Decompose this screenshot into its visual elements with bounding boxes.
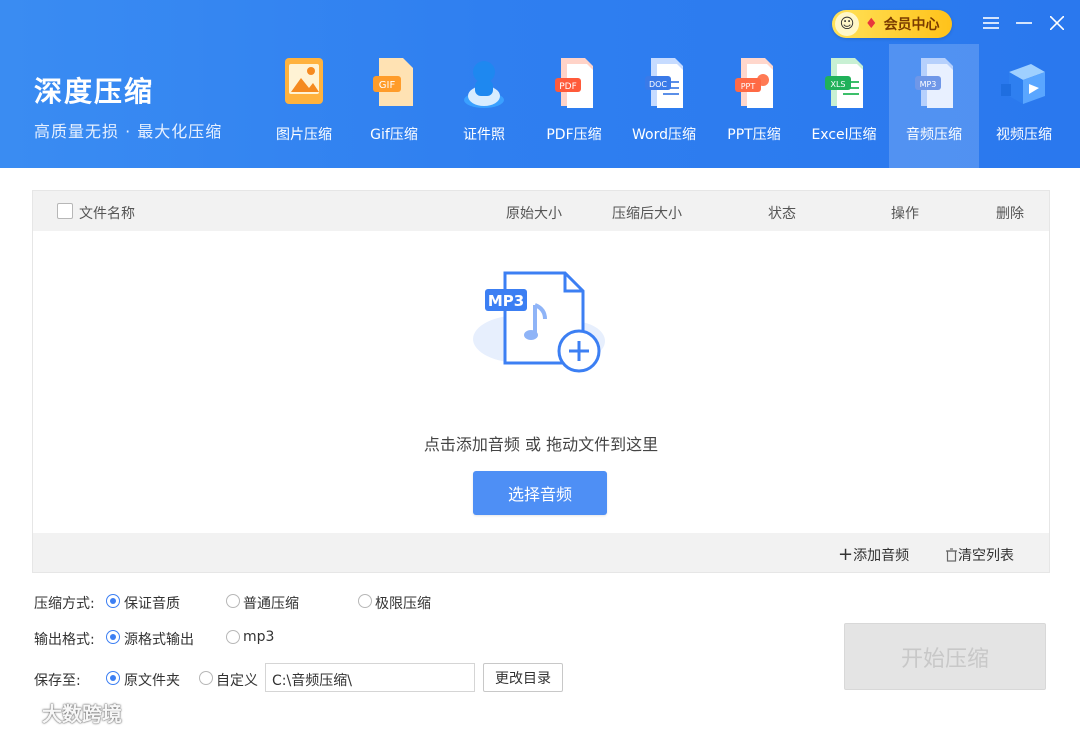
radio-original-folder[interactable] <box>106 671 120 685</box>
radio-extreme[interactable] <box>358 594 372 608</box>
mp3-file-icon: MP3 <box>915 58 953 108</box>
add-audio-label: 添加音频 <box>853 548 910 564</box>
start-compress-button[interactable]: 开始压缩 <box>844 623 1046 690</box>
vip-center-label: 会员中心 <box>883 17 940 33</box>
tab-label: 证件照 <box>463 127 505 143</box>
tab-pdf-compress[interactable]: PDF PDF压缩 <box>529 44 619 168</box>
id-photo-icon <box>464 61 504 108</box>
tab-label: Gif压缩 <box>370 127 418 143</box>
tab-label: PDF压缩 <box>546 127 602 143</box>
clear-list-button[interactable]: 清空列表 <box>945 545 1014 565</box>
app-header: 深度压缩 高质量无损 · 最大化压缩 ☺ ♦ 会员中心 图片压缩 GIF Gif… <box>0 0 1080 168</box>
tab-video-compress[interactable]: 视频压缩 <box>979 44 1069 168</box>
radio-quality-label: 保证音质 <box>124 596 180 612</box>
radio-custom-folder[interactable] <box>199 671 213 685</box>
image-file-icon <box>285 58 323 104</box>
drop-hint: 点击添加音频 或 拖动文件到这里 <box>423 435 659 454</box>
avatar-icon: ☺ <box>835 12 859 36</box>
change-directory-button[interactable]: 更改目录 <box>483 663 563 692</box>
column-compressed-size: 压缩后大小 <box>612 206 682 222</box>
app-subtitle: 高质量无损 · 最大化压缩 <box>34 122 223 141</box>
tab-id-photo[interactable]: 证件照 <box>439 44 529 168</box>
mp3-badge-text: MP3 <box>488 292 524 310</box>
vip-center-button[interactable]: ☺ ♦ 会员中心 <box>832 10 952 38</box>
file-table-header: 文件名称 原始大小 压缩后大小 状态 操作 删除 <box>33 191 1049 231</box>
pdf-file-icon: PDF <box>555 58 593 108</box>
svg-text:XLS: XLS <box>830 80 845 89</box>
excel-file-icon: XLS <box>825 58 863 108</box>
radio-source-format[interactable] <box>106 630 120 644</box>
tab-ppt-compress[interactable]: PPT PPT压缩 <box>709 44 799 168</box>
select-all-checkbox[interactable] <box>57 203 73 219</box>
radio-mp3[interactable] <box>226 630 240 644</box>
trash-icon <box>946 548 957 562</box>
watermark-logo-icon <box>9 703 41 721</box>
radio-quality[interactable] <box>106 594 120 608</box>
svg-text:MP3: MP3 <box>920 80 937 89</box>
clear-list-label: 清空列表 <box>958 548 1014 564</box>
add-mp3-file-icon: MP3 <box>473 271 605 373</box>
tab-label: Word压缩 <box>632 127 696 143</box>
tab-label: 音频压缩 <box>906 127 962 143</box>
select-audio-button[interactable]: 选择音频 <box>473 471 607 515</box>
output-path-field[interactable]: C:\音频压缩\ <box>265 663 475 692</box>
radio-custom-folder-label: 自定义 <box>216 673 258 689</box>
tab-label: Excel压缩 <box>811 127 877 143</box>
video-file-icon <box>1001 64 1045 104</box>
watermark-text: 大数跨境 <box>42 702 122 726</box>
diamond-icon: ♦ <box>865 16 878 32</box>
menu-icon[interactable] <box>978 10 1004 36</box>
ppt-file-icon: PPT <box>735 58 773 108</box>
column-delete: 删除 <box>996 206 1024 222</box>
file-list-panel: 文件名称 原始大小 压缩后大小 状态 操作 删除 MP3 点击添加音频 或 拖动… <box>32 190 1050 573</box>
tab-label: 视频压缩 <box>996 127 1052 143</box>
tab-audio-compress[interactable]: MP3 音频压缩 <box>889 44 979 168</box>
radio-original-folder-label: 原文件夹 <box>124 673 180 689</box>
minimize-icon[interactable] <box>1011 10 1037 36</box>
gif-file-icon: GIF <box>373 58 413 106</box>
add-audio-button[interactable]: +添加音频 <box>838 545 909 565</box>
output-format-label: 输出格式: <box>34 632 95 648</box>
column-original-size: 原始大小 <box>506 206 562 222</box>
watermark: 大数跨境 <box>8 698 122 727</box>
app-title: 深度压缩 <box>34 75 155 108</box>
tab-image-compress[interactable]: 图片压缩 <box>259 44 349 168</box>
svg-text:DOC: DOC <box>649 80 667 89</box>
tab-word-compress[interactable]: DOC Word压缩 <box>619 44 709 168</box>
radio-normal[interactable] <box>226 594 240 608</box>
drop-zone[interactable]: MP3 点击添加音频 或 拖动文件到这里 选择音频 <box>33 231 1049 533</box>
tab-excel-compress[interactable]: XLS Excel压缩 <box>799 44 889 168</box>
radio-normal-label: 普通压缩 <box>243 596 299 612</box>
radio-source-format-label: 源格式输出 <box>124 632 194 648</box>
svg-text:PPT: PPT <box>741 82 756 91</box>
column-status: 状态 <box>768 206 796 222</box>
close-icon[interactable] <box>1044 10 1070 36</box>
svg-text:PDF: PDF <box>559 82 577 92</box>
compress-mode-label: 压缩方式: <box>34 596 95 612</box>
panel-footer: +添加音频 清空列表 <box>33 533 1049 572</box>
column-action: 操作 <box>891 206 919 222</box>
column-file-name: 文件名称 <box>79 206 135 222</box>
tab-label: 图片压缩 <box>276 127 332 143</box>
radio-extreme-label: 极限压缩 <box>375 596 431 612</box>
tab-gif-compress[interactable]: GIF Gif压缩 <box>349 44 439 168</box>
svg-text:GIF: GIF <box>379 80 396 91</box>
word-file-icon: DOC <box>645 58 683 108</box>
plus-icon: + <box>838 544 854 565</box>
save-to-label: 保存至: <box>34 673 81 689</box>
radio-mp3-label: mp3 <box>243 629 275 645</box>
tab-label: PPT压缩 <box>727 127 781 143</box>
